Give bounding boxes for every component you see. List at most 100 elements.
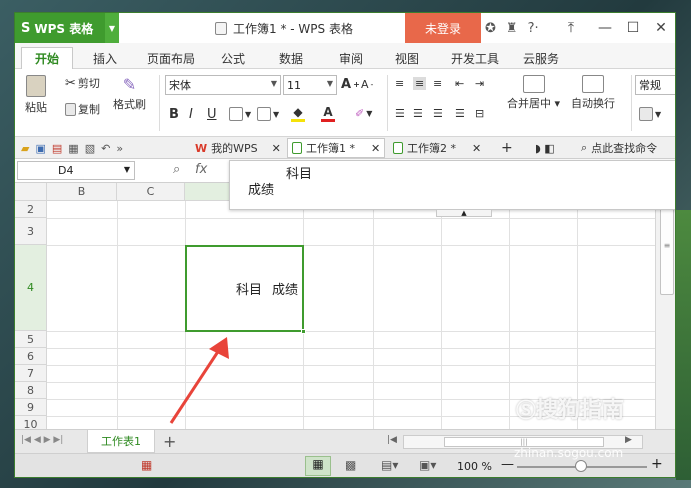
- column-header-b[interactable]: B: [47, 183, 117, 201]
- fill-handle[interactable]: [301, 329, 306, 334]
- command-search[interactable]: ⌕ 点此查找命令: [577, 138, 661, 158]
- font-color-button[interactable]: A: [321, 105, 335, 122]
- login-button[interactable]: 未登录: [405, 13, 481, 43]
- row-header-8[interactable]: 8: [15, 382, 47, 399]
- row-header-10[interactable]: 10: [15, 416, 47, 429]
- vertical-scrollbar[interactable]: ≡: [655, 183, 675, 429]
- close-icon[interactable]: ✕: [371, 142, 380, 155]
- font-size-select[interactable]: 11 ▼: [283, 75, 337, 95]
- scroll-right-icon[interactable]: ▶: [625, 435, 632, 445]
- row-header-5[interactable]: 5: [15, 331, 47, 348]
- sheet-tab-1[interactable]: 工作表1: [87, 430, 155, 453]
- print-preview-icon[interactable]: ▧: [85, 142, 95, 155]
- formula-input[interactable]: 科目 成绩 ▲: [229, 160, 675, 217]
- tab-page-layout[interactable]: 页面布局: [139, 47, 203, 69]
- reading-view-icon[interactable]: ▣▾: [419, 458, 436, 472]
- status-calendar-icon[interactable]: ▦: [141, 458, 152, 472]
- add-sheet-icon[interactable]: +: [163, 432, 176, 451]
- chevron-down-icon[interactable]: ▼: [124, 165, 130, 174]
- scroll-left-icon[interactable]: |◀: [387, 435, 397, 445]
- clear-format-button[interactable]: ✐ ▼: [355, 107, 372, 120]
- indent-decrease-button[interactable]: ⇤: [455, 77, 464, 90]
- zoom-in-icon[interactable]: +: [651, 456, 663, 472]
- font-shrink-button[interactable]: A-: [361, 78, 373, 91]
- tab-review[interactable]: 审阅: [331, 47, 371, 69]
- cell-fill-grid-button[interactable]: ▼: [257, 107, 279, 121]
- number-format-select[interactable]: 常规: [635, 75, 675, 95]
- align-right-button[interactable]: ☰: [433, 107, 443, 120]
- layout-view-icon[interactable]: ▤▾: [381, 458, 398, 472]
- currency-button[interactable]: ▼: [639, 107, 661, 121]
- row-header-4[interactable]: 4: [15, 245, 47, 331]
- font-name-select[interactable]: 宋体 ▼: [165, 75, 281, 95]
- row-header-7[interactable]: 7: [15, 365, 47, 382]
- row-header-6[interactable]: 6: [15, 348, 47, 365]
- nav-icons[interactable]: ◗ ◧: [531, 138, 559, 158]
- chevron-down-icon[interactable]: ▼: [105, 13, 119, 43]
- select-all-corner[interactable]: [15, 183, 47, 201]
- borders-button[interactable]: ▼: [229, 107, 251, 121]
- scroll-thumb[interactable]: ≡: [660, 195, 674, 295]
- active-cell-d4[interactable]: 科目 成绩: [185, 245, 304, 332]
- align-left-button[interactable]: ☰: [395, 107, 405, 120]
- italic-button[interactable]: I: [189, 107, 193, 122]
- doc-tab-mywps[interactable]: W 我的WPS ✕: [191, 138, 285, 158]
- doc-tab-workbook1[interactable]: 工作簿1 * ✕: [287, 138, 386, 158]
- merge-center-button[interactable]: 合并居中 ▾: [507, 75, 560, 111]
- page-break-view-icon[interactable]: ▩: [345, 458, 356, 472]
- open-icon[interactable]: ▰: [21, 142, 29, 155]
- minimize-icon[interactable]: —: [591, 13, 619, 43]
- save-icon[interactable]: ▣: [35, 142, 45, 155]
- doc-tab-workbook2[interactable]: 工作簿2 * ✕: [389, 138, 485, 158]
- maximize-icon[interactable]: ☐: [619, 13, 647, 43]
- paste-button[interactable]: 粘贴: [23, 75, 49, 115]
- cut-button[interactable]: ✂ 剪切: [65, 75, 100, 91]
- column-header-c[interactable]: C: [117, 183, 185, 201]
- fill-color-button[interactable]: ◆: [291, 105, 305, 122]
- sheet-nav-icons[interactable]: |◀ ◀ ▶ ▶|: [21, 435, 63, 445]
- export-pdf-icon[interactable]: ▤: [52, 142, 62, 155]
- print-icon[interactable]: ▦: [68, 142, 78, 155]
- normal-view-icon[interactable]: ▦: [305, 456, 331, 476]
- app-menu-button[interactable]: S WPS 表格 ▼: [15, 13, 119, 43]
- tab-insert[interactable]: 插入: [85, 47, 125, 69]
- align-top-button[interactable]: ≡: [395, 77, 404, 90]
- tab-developer[interactable]: 开发工具: [445, 47, 505, 69]
- close-icon[interactable]: ✕: [272, 142, 281, 155]
- help-icon[interactable]: ?·: [528, 21, 539, 36]
- row-header-2[interactable]: 2: [15, 201, 47, 218]
- close-icon[interactable]: ✕: [647, 13, 675, 43]
- tab-formulas[interactable]: 公式: [213, 47, 253, 69]
- zoom-magnifier-icon[interactable]: ⌕: [173, 162, 180, 177]
- row-header-9[interactable]: 9: [15, 399, 47, 416]
- new-tab-button[interactable]: +: [497, 138, 517, 158]
- wrap-text-button[interactable]: 自动换行: [571, 75, 615, 111]
- name-box[interactable]: D4 ▼: [17, 161, 135, 180]
- zoom-level[interactable]: 100 %: [457, 460, 492, 473]
- indent-increase-button[interactable]: ⇥: [475, 77, 484, 90]
- tab-home[interactable]: 开始: [21, 47, 73, 69]
- skin-icon[interactable]: ✪: [485, 21, 496, 36]
- shirt-icon[interactable]: ♜: [506, 21, 518, 36]
- undo-icon[interactable]: ↶: [101, 142, 110, 155]
- close-icon[interactable]: ✕: [472, 142, 481, 155]
- underline-button[interactable]: U: [207, 107, 217, 122]
- fx-icon[interactable]: fx: [195, 162, 207, 177]
- bold-button[interactable]: B: [169, 107, 179, 122]
- font-grow-button[interactable]: A +: [341, 77, 360, 92]
- row-header-3[interactable]: 3: [15, 218, 47, 245]
- tab-view[interactable]: 视图: [387, 47, 427, 69]
- distributed-button[interactable]: ⊟: [475, 107, 484, 120]
- restore-ribbon-icon[interactable]: ⤒: [557, 13, 585, 43]
- copy-button[interactable]: 复制: [65, 101, 100, 117]
- zoom-slider-thumb[interactable]: [575, 460, 587, 472]
- align-middle-button[interactable]: ≡: [413, 77, 427, 90]
- justify-button[interactable]: ☰: [455, 107, 465, 120]
- more-icon[interactable]: »: [116, 142, 123, 155]
- align-bottom-button[interactable]: ≡: [433, 77, 442, 90]
- tab-data[interactable]: 数据: [271, 47, 311, 69]
- collapse-formula-button[interactable]: ▲: [436, 209, 492, 217]
- tab-cloud[interactable]: 云服务: [515, 47, 567, 69]
- align-center-button[interactable]: ☰: [413, 107, 423, 120]
- format-painter-button[interactable]: ✎ 格式刷: [113, 75, 146, 112]
